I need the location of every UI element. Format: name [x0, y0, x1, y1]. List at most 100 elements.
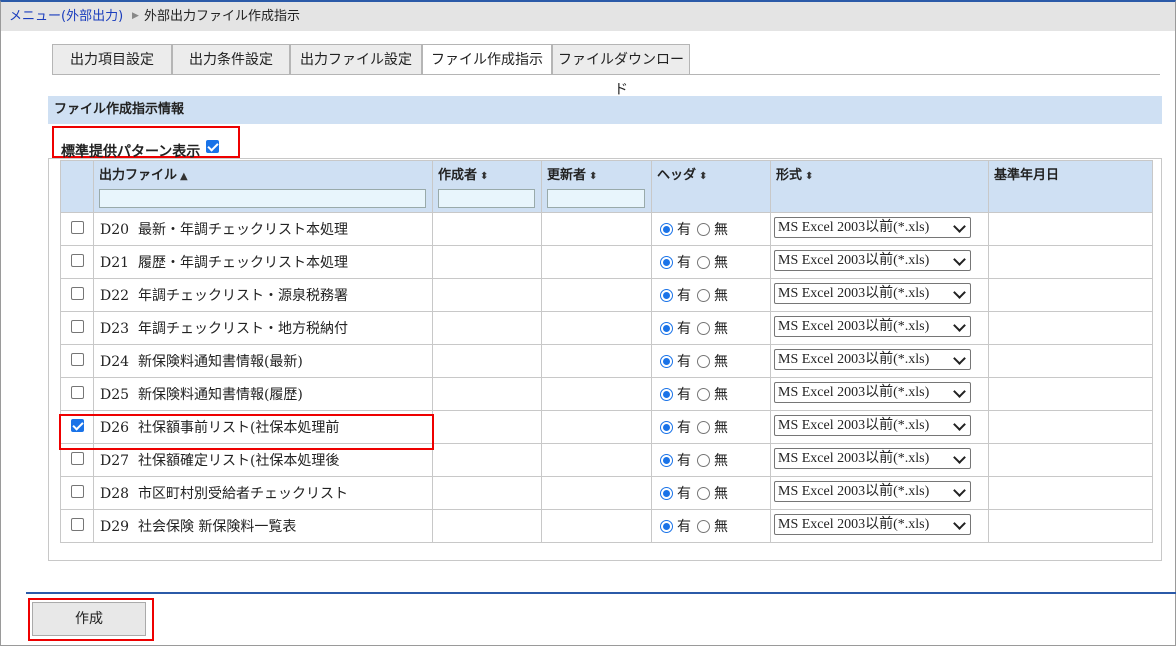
breadcrumb-current: 外部出力ファイル作成指示 — [144, 9, 301, 24]
base-date-cell — [988, 377, 1153, 411]
breadcrumb-menu-link[interactable]: メニュー(外部出力) — [9, 2, 123, 31]
header-updater[interactable]: 更新者 ⬍ — [541, 160, 652, 213]
format-select[interactable]: MS Excel 2003以前(*.xls) — [774, 381, 971, 403]
header-yes-radio[interactable] — [660, 454, 673, 467]
pattern-checkbox[interactable] — [206, 140, 219, 153]
row-checkbox[interactable] — [70, 253, 84, 267]
header-no-radio[interactable] — [697, 454, 710, 467]
header-no-radio[interactable] — [697, 388, 710, 401]
header-yes-radio[interactable] — [660, 487, 673, 500]
row-select-cell — [60, 278, 94, 312]
sort-icon: ⬍ — [805, 171, 814, 182]
header-header[interactable]: ヘッダ ⬍ — [651, 160, 771, 213]
file-name: 最新・年調チェックリスト本処理 — [137, 222, 348, 238]
header-yes-radio[interactable] — [660, 520, 673, 533]
header-no-label: 無 — [714, 387, 728, 403]
header-format[interactable]: 形式 ⬍ — [770, 160, 989, 213]
file-name: 社保額確定リスト(社保本処理後 — [137, 453, 340, 469]
header-yes-label: 有 — [677, 255, 691, 271]
row-checkbox[interactable] — [70, 385, 84, 399]
chevron-down-icon — [953, 252, 966, 266]
chevron-down-icon — [953, 450, 966, 464]
format-select[interactable]: MS Excel 2003以前(*.xls) — [774, 249, 971, 271]
format-value: MS Excel 2003以前(*.xls) — [778, 516, 930, 532]
updater-filter-input[interactable] — [547, 189, 645, 208]
file-filter-input[interactable] — [99, 189, 426, 208]
header-no-radio[interactable] — [697, 223, 710, 236]
header-yes-radio[interactable] — [660, 223, 673, 236]
row-checkbox[interactable] — [70, 484, 84, 498]
file-code: D29 — [100, 519, 130, 535]
row-checkbox[interactable] — [70, 451, 84, 465]
row-checkbox[interactable] — [70, 286, 84, 300]
row-checkbox[interactable] — [70, 352, 84, 366]
row-select-cell — [60, 509, 94, 543]
updater-cell — [541, 278, 652, 312]
header-option-cell: 有無 — [651, 212, 771, 246]
format-cell: MS Excel 2003以前(*.xls) — [770, 245, 989, 279]
row-checkbox[interactable] — [70, 517, 84, 531]
chevron-down-icon — [953, 219, 966, 233]
base-date-cell — [988, 476, 1153, 510]
tab-file-download[interactable]: ファイルダウンロード — [552, 44, 690, 98]
format-select[interactable]: MS Excel 2003以前(*.xls) — [774, 282, 971, 304]
header-creator[interactable]: 作成者 ⬍ — [432, 160, 542, 213]
file-name-cell: D26 社保額事前リスト(社保本処理前 — [93, 410, 433, 444]
create-button[interactable]: 作成 — [32, 602, 146, 636]
format-select[interactable]: MS Excel 2003以前(*.xls) — [774, 513, 971, 535]
table-row: D23 年調チェックリスト・地方税納付有無 MS Excel 2003以前(*.x… — [60, 311, 1153, 345]
row-checkbox[interactable] — [70, 418, 84, 432]
tab-output-items[interactable]: 出力項目設定 — [52, 44, 172, 74]
row-checkbox[interactable] — [70, 220, 84, 234]
format-cell: MS Excel 2003以前(*.xls) — [770, 212, 989, 246]
file-code: D21 — [100, 255, 130, 271]
creator-filter-input[interactable] — [438, 189, 535, 208]
format-value: MS Excel 2003以前(*.xls) — [778, 483, 930, 499]
file-name-cell: D27 社保額確定リスト(社保本処理後 — [93, 443, 433, 477]
header-yes-radio[interactable] — [660, 256, 673, 269]
header-yes-radio[interactable] — [660, 289, 673, 302]
format-select[interactable]: MS Excel 2003以前(*.xls) — [774, 414, 971, 436]
updater-cell — [541, 476, 652, 510]
header-no-radio[interactable] — [697, 322, 710, 335]
header-no-radio[interactable] — [697, 256, 710, 269]
header-no-label: 無 — [714, 255, 728, 271]
row-checkbox[interactable] — [70, 319, 84, 333]
file-code: D23 — [100, 321, 130, 337]
header-no-radio[interactable] — [697, 355, 710, 368]
header-base-date-label: 基準年月日 — [994, 168, 1060, 183]
format-select[interactable]: MS Excel 2003以前(*.xls) — [774, 216, 971, 238]
header-header-label: ヘッダ — [657, 168, 697, 183]
header-no-radio[interactable] — [697, 487, 710, 500]
format-select[interactable]: MS Excel 2003以前(*.xls) — [774, 447, 971, 469]
tab-output-file-settings[interactable]: 出力ファイル設定 — [290, 44, 422, 74]
header-yes-radio[interactable] — [660, 421, 673, 434]
creator-cell — [432, 344, 542, 378]
tab-file-create[interactable]: ファイル作成指示 — [422, 44, 552, 75]
format-select[interactable]: MS Excel 2003以前(*.xls) — [774, 348, 971, 370]
header-file[interactable]: 出力ファイル ▲ — [93, 160, 433, 213]
creator-cell — [432, 245, 542, 279]
format-select[interactable]: MS Excel 2003以前(*.xls) — [774, 315, 971, 337]
chevron-down-icon — [953, 417, 966, 431]
header-no-label: 無 — [714, 453, 728, 469]
file-name: 社会保険 新保険料一覧表 — [137, 519, 297, 535]
file-code: D20 — [100, 222, 130, 238]
header-no-radio[interactable] — [697, 421, 710, 434]
base-date-cell — [988, 509, 1153, 543]
header-yes-label: 有 — [677, 420, 691, 436]
header-yes-radio[interactable] — [660, 355, 673, 368]
header-yes-radio[interactable] — [660, 322, 673, 335]
tab-output-conditions[interactable]: 出力条件設定 — [172, 44, 290, 74]
header-option-cell: 有無 — [651, 344, 771, 378]
file-table: 出力ファイル ▲ 作成者 ⬍ 更新者 ⬍ ヘッダ ⬍ 形式 ⬍ 基準年月日 D20 最新・… — [60, 160, 1153, 543]
format-cell: MS Excel 2003以前(*.xls) — [770, 311, 989, 345]
format-select[interactable]: MS Excel 2003以前(*.xls) — [774, 480, 971, 502]
header-yes-radio[interactable] — [660, 388, 673, 401]
header-no-radio[interactable] — [697, 520, 710, 533]
chevron-down-icon — [953, 318, 966, 332]
header-format-label: 形式 — [776, 168, 803, 183]
header-no-radio[interactable] — [697, 289, 710, 302]
format-cell: MS Excel 2003以前(*.xls) — [770, 476, 989, 510]
header-no-label: 無 — [714, 420, 728, 436]
